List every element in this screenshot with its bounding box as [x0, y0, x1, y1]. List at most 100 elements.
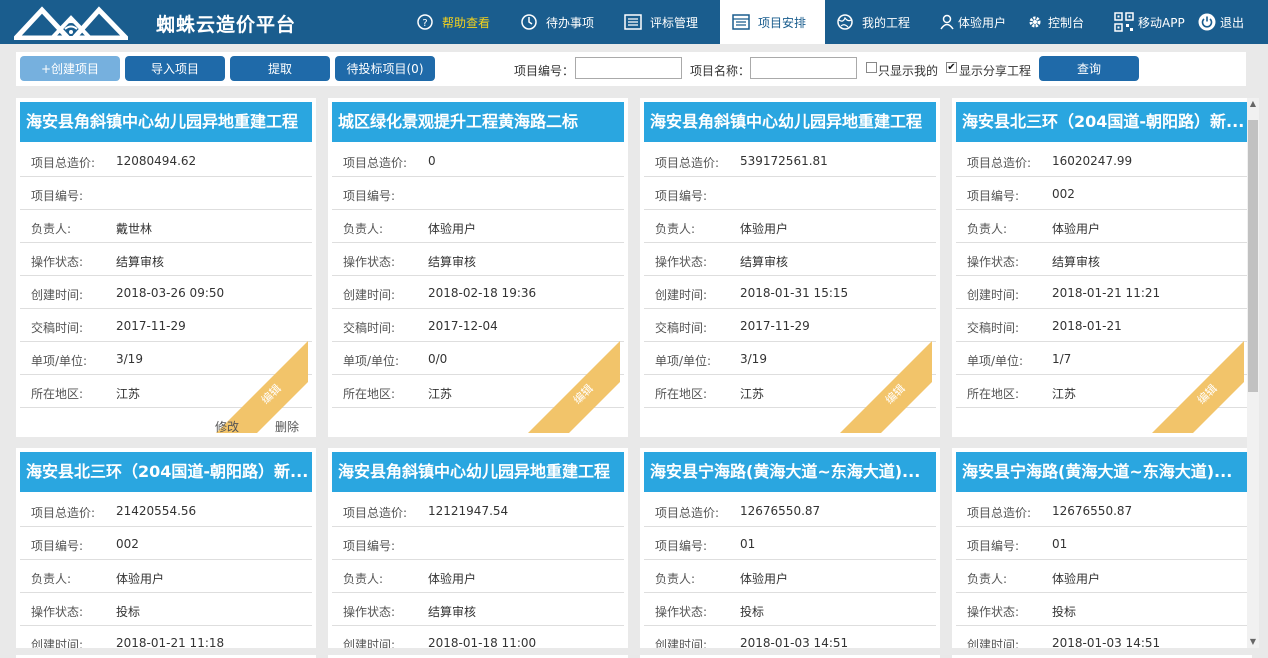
project-field-row: 操作状态: 投标: [644, 593, 936, 626]
field-label: 所在地区:: [31, 387, 84, 401]
project-field-row: 项目编号: 01: [644, 527, 936, 560]
project-field-row: 负责人: 体验用户: [644, 210, 936, 243]
field-label: 项目编号:: [967, 189, 1020, 203]
nav-user-label: 体验用户: [958, 15, 1007, 30]
field-label: 操作状态:: [343, 255, 396, 269]
project-card-title[interactable]: 海安县角斜镇中心幼儿园异地重建工程: [332, 452, 624, 492]
field-label: 项目总造价:: [655, 506, 720, 520]
project-card[interactable]: 海安县北三环（204国道-朝阳路）新... 项目总造价: 16020247.99 项目…: [952, 98, 1252, 437]
field-label: 操作状态:: [967, 255, 1020, 269]
field-label: 创建时间:: [655, 288, 708, 302]
nav-mobile-app[interactable]: 移动APP: [1114, 0, 1185, 44]
project-card-title[interactable]: 海安县北三环（204国道-朝阳路）新...: [956, 102, 1248, 142]
edit-ribbon[interactable]: 编辑: [840, 333, 940, 433]
field-label: 项目编号:: [31, 189, 84, 203]
modify-link[interactable]: 修改: [215, 418, 239, 435]
nav-logout[interactable]: 退出: [1198, 0, 1244, 44]
project-card[interactable]: 海安县角斜镇中心幼儿园异地重建工程 项目总造价: 539172561.81 项目编号:…: [640, 98, 940, 437]
brand-title: 蜘蛛云造价平台: [156, 14, 297, 36]
nav-help[interactable]: ? 帮助查看: [416, 0, 490, 44]
project-field-row: 创建时间: 2018-01-31 15:15: [644, 276, 936, 309]
project-field-row: 项目总造价: 21420554.56: [20, 494, 312, 527]
project-field-row: 操作状态: 投标: [956, 593, 1248, 626]
nav-user[interactable]: 体验用户: [938, 0, 1006, 44]
import-project-button[interactable]: 导入项目: [125, 56, 225, 81]
field-label: 交稿时间:: [967, 321, 1020, 335]
show-shared-checkbox[interactable]: ✔: [946, 62, 957, 73]
scroll-down-arrow-icon[interactable]: ▼: [1247, 637, 1259, 647]
edit-ribbon[interactable]: 编辑: [528, 333, 628, 433]
nav-bid-management[interactable]: 评标管理: [624, 0, 698, 44]
project-field-row: 项目总造价: 539172561.81: [644, 144, 936, 177]
create-project-button[interactable]: +创建项目: [20, 56, 120, 81]
project-name-input[interactable]: [750, 57, 857, 79]
field-value: 2017-11-29: [116, 319, 186, 333]
only-mine-label: 只显示我的: [878, 64, 939, 78]
field-label: 项目总造价:: [967, 156, 1032, 170]
project-no-input[interactable]: [575, 57, 682, 79]
project-card-title[interactable]: 海安县宁海路(黄海大道~东海大道)...: [644, 452, 936, 492]
field-value: 21420554.56: [116, 504, 197, 518]
project-field-row: 操作状态: 结算审核: [332, 243, 624, 276]
project-card-title[interactable]: 海安县角斜镇中心幼儿园异地重建工程: [644, 102, 936, 142]
query-button[interactable]: 查询: [1039, 56, 1139, 81]
field-label: 交稿时间:: [31, 321, 84, 335]
project-card-title[interactable]: 海安县角斜镇中心幼儿园异地重建工程: [20, 102, 312, 142]
project-card[interactable]: 海安县角斜镇中心幼儿园异地重建工程 项目总造价: 12080494.62 项目编号: 负…: [16, 98, 316, 437]
field-label: 负责人:: [655, 222, 696, 236]
project-name-label: 项目名称：: [690, 64, 751, 78]
bottom-edge: [0, 648, 1268, 655]
field-value: 体验用户: [740, 222, 789, 236]
field-value: 0: [428, 154, 436, 168]
field-label: 项目总造价:: [967, 506, 1032, 520]
project-card[interactable]: 城区绿化景观提升工程黄海路二标 项目总造价: 0 项目编号: 负责人: 体验用户 操作状态:…: [328, 98, 628, 437]
nav-console[interactable]: 控制台: [1026, 0, 1084, 44]
nav-logout-label: 退出: [1220, 15, 1245, 30]
scrollbar-thumb[interactable]: [1248, 120, 1258, 392]
field-label: 所在地区:: [967, 387, 1020, 401]
edit-ribbon[interactable]: 编辑: [1152, 333, 1252, 433]
power-icon: [1198, 13, 1216, 31]
field-label: 所在地区:: [655, 387, 708, 401]
project-card-title[interactable]: 海安县北三环（204国道-朝阳路）新...: [20, 452, 312, 492]
field-value: 2017-12-04: [428, 319, 498, 333]
project-field-row: 操作状态: 投标: [20, 593, 312, 626]
field-label: 操作状态:: [343, 605, 396, 619]
field-label: 交稿时间:: [655, 321, 708, 335]
nav-help-label: 帮助查看: [442, 15, 491, 30]
field-value: 江苏: [740, 387, 765, 401]
project-card[interactable]: 海安县角斜镇中心幼儿园异地重建工程 项目总造价: 12121947.54 项目编号: 负…: [328, 448, 628, 658]
pending-bid-projects-button[interactable]: 待投标项目(0): [335, 56, 435, 81]
nav-project-schedule[interactable]: 项目安排: [720, 0, 825, 44]
project-card[interactable]: 海安县北三环（204国道-朝阳路）新... 项目总造价: 21420554.56 项目…: [16, 448, 316, 658]
field-value: 2018-02-18 19:36: [428, 286, 537, 300]
nav-bid-management-label: 评标管理: [650, 15, 699, 30]
toolbar: +创建项目 导入项目 提取 待投标项目(0) 项目编号： 项目名称： 只显示我的…: [16, 52, 1246, 86]
field-label: 项目编号:: [655, 539, 708, 553]
extract-button[interactable]: 提取: [230, 56, 330, 81]
project-card[interactable]: 海安县宁海路(黄海大道~东海大道)... 项目总造价: 12676550.87 项目编…: [952, 448, 1252, 658]
field-value: 0/0: [428, 352, 448, 366]
project-field-row: 负责人: 戴世林: [20, 210, 312, 243]
only-mine-checkbox[interactable]: [866, 62, 877, 73]
field-value: 体验用户: [1052, 572, 1101, 586]
field-value: 体验用户: [116, 572, 165, 586]
field-value: 结算审核: [428, 255, 477, 269]
nav-todo[interactable]: 待办事项: [520, 0, 594, 44]
project-card-title[interactable]: 海安县宁海路(黄海大道~东海大道)...: [956, 452, 1248, 492]
scroll-up-arrow-icon[interactable]: ▲: [1247, 99, 1259, 109]
project-card[interactable]: 海安县宁海路(黄海大道~东海大道)... 项目总造价: 12676550.87 项目编…: [640, 448, 940, 658]
field-label: 项目总造价:: [343, 506, 408, 520]
field-label: 操作状态:: [31, 255, 84, 269]
project-card-title[interactable]: 城区绿化景观提升工程黄海路二标: [332, 102, 624, 142]
help-circle-icon: ?: [416, 13, 434, 31]
svg-text:?: ?: [422, 18, 427, 29]
logo-icon: [14, 6, 128, 40]
field-value: 体验用户: [740, 572, 789, 586]
nav-my-projects[interactable]: 我的工程: [836, 0, 910, 44]
field-label: 创建时间:: [967, 288, 1020, 302]
field-value: 结算审核: [1052, 255, 1101, 269]
project-field-row: 负责人: 体验用户: [956, 210, 1248, 243]
delete-link[interactable]: 删除: [275, 418, 299, 435]
nav-project-schedule-label: 项目安排: [758, 15, 807, 30]
